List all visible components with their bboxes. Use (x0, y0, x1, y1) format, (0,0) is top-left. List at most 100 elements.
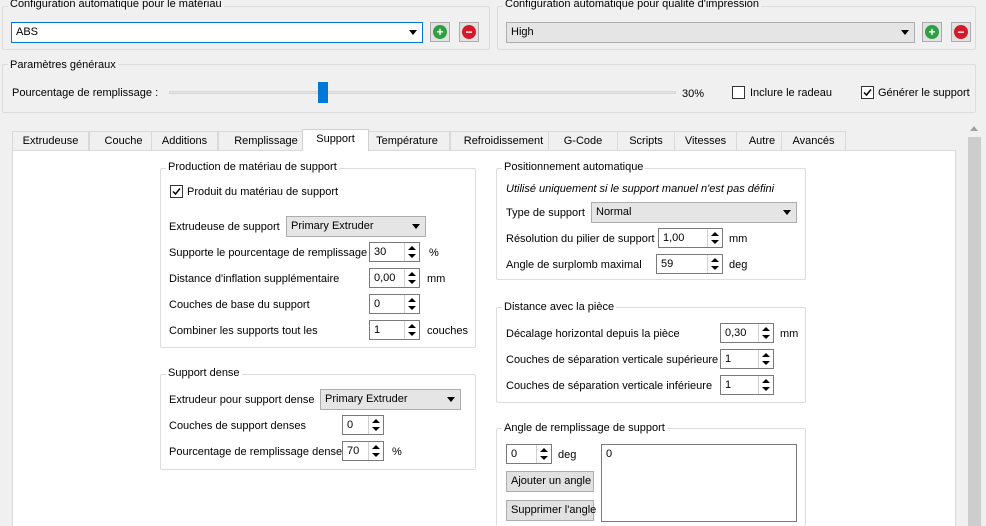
spin-down-icon[interactable] (762, 361, 770, 365)
tab-support[interactable]: Support (302, 129, 369, 151)
combine-spinbox[interactable]: 1 (369, 320, 420, 340)
horizontal-offset-unit: mm (780, 328, 799, 340)
spin-buttons[interactable] (758, 350, 773, 368)
spin-down-icon[interactable] (408, 306, 416, 310)
support-type-select[interactable]: Normal (591, 202, 797, 223)
add-material-button[interactable]: + (430, 22, 450, 42)
spin-buttons[interactable] (368, 416, 383, 434)
bottom-separation-spinbox[interactable]: 1 (720, 375, 774, 395)
quality-select[interactable]: High (506, 22, 915, 43)
spin-buttons[interactable] (404, 321, 419, 339)
spin-up-icon[interactable] (711, 232, 719, 236)
spin-down-icon[interactable] (711, 266, 719, 270)
pillar-resolution-unit: mm (729, 233, 748, 245)
scroll-up-arrow-icon[interactable] (970, 126, 978, 131)
tab-remplissage[interactable]: Remplissage (218, 131, 314, 151)
bottom-separation-value: 1 (725, 379, 732, 391)
spin-buttons[interactable] (368, 442, 383, 460)
spin-buttons[interactable] (758, 376, 773, 394)
spin-down-icon[interactable] (762, 387, 770, 391)
remove-quality-button[interactable]: − (951, 22, 971, 42)
spin-up-icon[interactable] (372, 445, 380, 449)
spin-down-icon[interactable] (408, 332, 416, 336)
spin-down-icon[interactable] (408, 280, 416, 284)
material-config-legend: Configuration automatique pour le matéri… (8, 0, 224, 10)
spin-buttons[interactable] (536, 445, 551, 463)
spin-buttons[interactable] (758, 324, 773, 342)
inflation-spinbox[interactable]: 0,00 (369, 268, 420, 288)
chevron-down-icon (409, 30, 417, 35)
spin-down-icon[interactable] (762, 335, 770, 339)
overhang-angle-spinbox[interactable]: 59 (656, 254, 723, 274)
raft-checkbox[interactable] (732, 86, 745, 99)
produce-support-checkbox[interactable] (170, 185, 183, 198)
spin-up-icon[interactable] (408, 246, 416, 250)
tab-refroidissement[interactable]: Refroidissement (450, 131, 557, 151)
spin-up-icon[interactable] (540, 448, 548, 452)
support-type-value: Normal (596, 206, 632, 218)
spin-down-icon[interactable] (711, 240, 719, 244)
angle-list-item[interactable]: 0 (606, 448, 792, 460)
spin-down-icon[interactable] (408, 254, 416, 258)
dense-layers-spinbox[interactable]: 0 (342, 415, 384, 435)
dense-extruder-value: Primary Extruder (325, 393, 408, 405)
vertical-scrollbar[interactable] (966, 120, 983, 526)
add-quality-button[interactable]: + (922, 22, 942, 42)
slider-handle[interactable] (318, 82, 328, 103)
spin-up-icon[interactable] (762, 353, 770, 357)
dense-pct-spinbox[interactable]: 70 (342, 441, 384, 461)
top-separation-spinbox[interactable]: 1 (720, 349, 774, 369)
base-layers-spinbox[interactable]: 0 (369, 294, 420, 314)
spin-up-icon[interactable] (711, 258, 719, 262)
spin-up-icon[interactable] (372, 419, 380, 423)
spin-buttons[interactable] (707, 255, 722, 273)
remove-material-button[interactable]: − (459, 22, 479, 42)
spin-buttons[interactable] (404, 243, 419, 261)
tab-couche[interactable]: Couche (89, 131, 158, 151)
spin-up-icon[interactable] (408, 272, 416, 276)
tab-extrudeuse[interactable]: Extrudeuse (12, 131, 89, 151)
support-extruder-select[interactable]: Primary Extruder (286, 216, 426, 237)
tab-additions[interactable]: Additions (151, 131, 218, 151)
generate-support-checkbox[interactable] (861, 86, 874, 99)
combine-value: 1 (374, 324, 381, 336)
spin-down-icon[interactable] (372, 427, 380, 431)
spin-buttons[interactable] (404, 295, 419, 313)
generate-support-label: Générer le support (878, 87, 970, 99)
produce-support-label: Produit du matériau de support (187, 186, 339, 198)
spin-up-icon[interactable] (762, 327, 770, 331)
material-select[interactable]: ABS (11, 22, 423, 43)
tab-scripts[interactable]: Scripts (617, 131, 675, 151)
horizontal-offset-spinbox[interactable]: 0,30 (720, 323, 774, 343)
tab-avances[interactable]: Avancés (781, 131, 846, 151)
angle-unit: deg (558, 449, 577, 461)
remove-angle-button[interactable]: Supprimer l'angle (506, 500, 596, 521)
spin-up-icon[interactable] (408, 324, 416, 328)
chevron-down-icon (447, 397, 455, 402)
spin-up-icon[interactable] (408, 298, 416, 302)
quality-select-value: High (511, 26, 534, 38)
infill-slider[interactable] (169, 82, 676, 104)
scrollbar-thumb[interactable] (968, 137, 981, 526)
spin-buttons[interactable] (404, 269, 419, 287)
angle-list[interactable]: 0 (601, 444, 797, 522)
dense-layers-label: Couches de support denses (169, 420, 306, 432)
pillar-resolution-spinbox[interactable]: 1,00 (658, 228, 723, 248)
dense-legend: Support dense (166, 367, 242, 379)
support-infill-spinbox[interactable]: 30 (369, 242, 420, 262)
bottom-separation-label: Couches de séparation verticale inférieu… (506, 380, 713, 392)
minus-glyph: − (465, 25, 473, 39)
top-separation-value: 1 (725, 353, 732, 365)
tab-g-code[interactable]: G-Code (548, 131, 618, 151)
tab-vitesses[interactable]: Vitesses (674, 131, 737, 151)
spin-up-icon[interactable] (762, 379, 770, 383)
dense-extruder-select[interactable]: Primary Extruder (320, 389, 461, 410)
spin-buttons[interactable] (707, 229, 722, 247)
tab-temperature[interactable]: Température (364, 131, 450, 151)
positioning-note: Utilisé uniquement si le support manuel … (506, 183, 775, 195)
add-angle-button[interactable]: Ajouter un angle (506, 471, 594, 492)
angle-spinbox[interactable]: 0 (506, 444, 552, 464)
spin-down-icon[interactable] (540, 456, 548, 460)
spin-down-icon[interactable] (372, 453, 380, 457)
plus-icon: + (433, 25, 447, 39)
